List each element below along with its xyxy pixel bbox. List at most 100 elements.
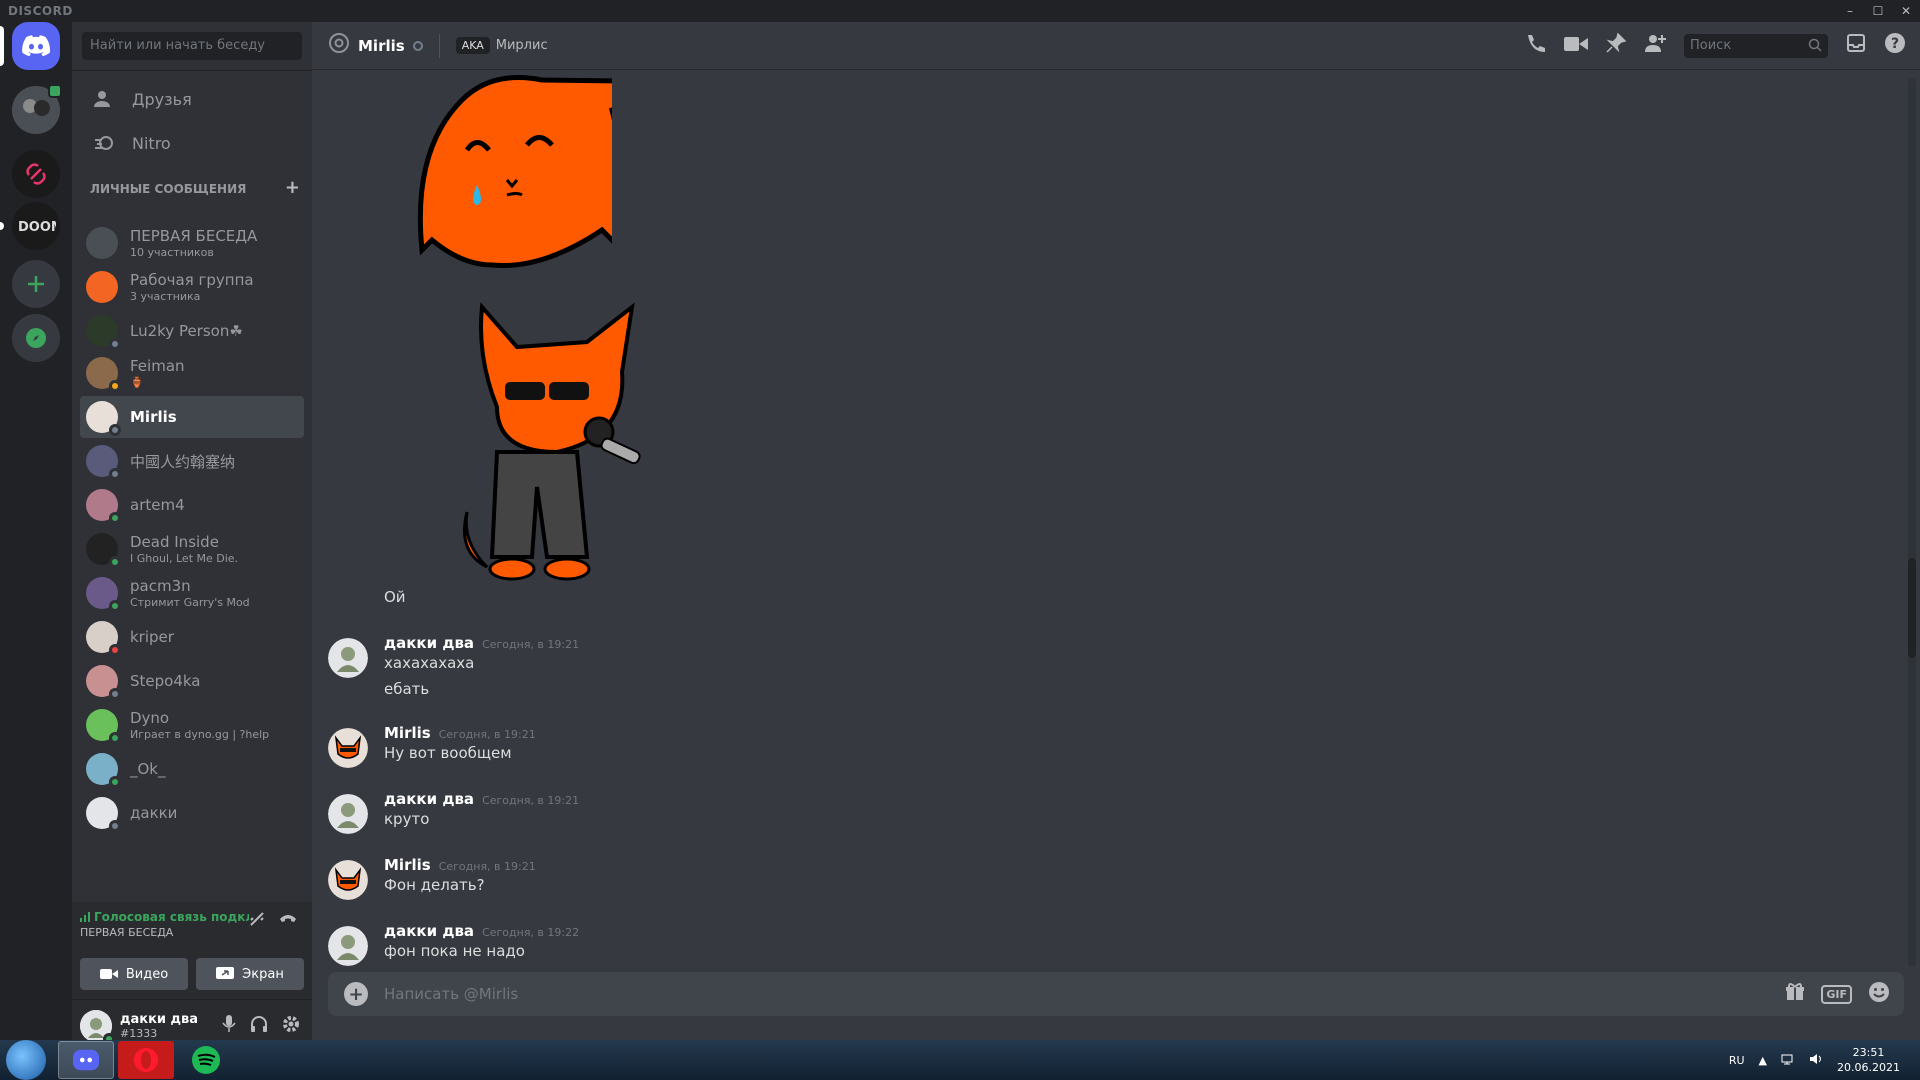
dm-item[interactable]: Feiman 🏺 [80,352,304,394]
dm-text: Stepo4ka [130,672,201,690]
dm-avatar [86,401,121,436]
inbox-icon[interactable] [1846,33,1866,58]
discord-logo-icon [22,35,50,57]
server-icon-opera[interactable] [12,150,60,198]
disconnect-icon[interactable] [278,910,298,933]
message-avatar[interactable] [328,926,368,966]
dm-subtitle: 🏺 [130,376,144,389]
message-group[interactable]: дакки два Сегодня, в 19:21 круто [312,790,1902,836]
dm-item[interactable]: _Ok_ [80,748,304,790]
screen-share-button[interactable]: Экран [196,958,304,990]
tray-expand-icon[interactable]: ▲ [1759,1054,1767,1067]
message-author[interactable]: дакки два Сегодня, в 19:21 [384,790,579,808]
microphone-icon[interactable] [222,1015,236,1037]
author-name[interactable]: дакки два [384,922,474,940]
dm-name: дакки [130,804,178,822]
noise-suppression-icon[interactable] [248,910,266,933]
author-name[interactable]: Mirlis [384,724,431,742]
dm-item[interactable]: ПЕРВАЯ БЕСЕДА 10 участников [80,222,304,264]
gift-icon[interactable] [1785,982,1805,1007]
dm-item[interactable]: 中國人约翰塞纳 [80,440,304,482]
dm-item[interactable]: Mirlis [80,396,304,438]
dm-avatar [86,445,121,480]
fox-singing-image[interactable] [437,287,657,592]
dm-item[interactable]: дакки [80,792,304,834]
dm-search-input[interactable]: Найти или начать беседу [82,32,302,60]
header-search-input[interactable]: Поиск [1684,33,1828,58]
dm-item[interactable]: Рабочая группа 3 участника [80,266,304,308]
dm-item[interactable]: Stepo4ka [80,660,304,702]
scrollbar-thumb[interactable] [1908,558,1916,658]
voice-call-icon[interactable] [1524,32,1546,59]
message-input[interactable]: Написать @Mirlis [384,985,518,1003]
minimize-button[interactable]: – [1836,4,1864,18]
add-friend-icon[interactable] [1644,33,1666,58]
clock[interactable]: 23:51 20.06.2021 [1837,1045,1900,1075]
user-avatar[interactable] [80,1010,115,1045]
voice-channel-name[interactable]: ПЕРВАЯ БЕСЕДА [80,926,173,939]
start-button[interactable] [6,1040,46,1080]
message-author[interactable]: Mirlis Сегодня, в 19:21 [384,724,536,742]
author-name[interactable]: дакки два [384,790,474,808]
network-icon[interactable] [1781,1053,1795,1068]
message-group[interactable]: дакки два Сегодня, в 19:21 хахахахаха ебать [312,634,1902,704]
dm-item[interactable]: Dead Inside I Ghoul, Let Me Die. [80,528,304,570]
chat-scrollbar[interactable] [1908,78,1916,966]
video-button[interactable]: Видео [80,958,188,990]
settings-gear-icon[interactable] [282,1015,300,1037]
attach-plus-icon[interactable]: + [344,982,368,1006]
language-indicator[interactable]: RU [1729,1054,1745,1067]
author-name[interactable]: Mirlis [384,856,431,874]
compass-icon [26,328,46,348]
author-name[interactable]: дакки два [384,634,474,652]
taskbar-spotify[interactable] [178,1041,234,1079]
message-avatar[interactable] [328,728,368,768]
volume-icon[interactable] [1809,1053,1823,1068]
pin-icon[interactable] [1606,32,1627,58]
message-avatar[interactable] [328,794,368,834]
add-server-button[interactable] [12,260,60,308]
status-dot [109,644,121,656]
explore-servers-button[interactable] [12,314,60,362]
fox-crying-image[interactable] [412,70,612,270]
message-author[interactable]: дакки два Сегодня, в 19:21 [384,634,579,652]
create-dm-button[interactable]: + [285,179,300,197]
message-author[interactable]: Mirlis Сегодня, в 19:21 [384,856,536,874]
offline-status-icon [412,40,423,51]
voice-status-text[interactable]: Голосовая связь подключена [94,910,249,924]
message-avatar[interactable] [328,860,368,900]
nav-friends[interactable]: Друзья [80,78,304,120]
message-composer[interactable]: + Написать @Mirlis GIF [328,972,1904,1016]
message-group[interactable]: Mirlis Сегодня, в 19:21 Ну вот вообщем [312,724,1902,770]
dm-item[interactable]: kriper [80,616,304,658]
headphones-icon[interactable] [250,1015,268,1037]
nav-nitro[interactable]: Nitro [80,122,304,164]
message-group[interactable]: дакки два Сегодня, в 19:22 фон пока не над… [312,922,1902,968]
video-call-icon[interactable] [1564,34,1588,58]
home-button[interactable] [12,22,60,70]
clock-date: 20.06.2021 [1837,1061,1900,1074]
server-icon-doom[interactable]: DOOM [12,202,60,250]
dm-item[interactable]: Lu2ky Person☘ [80,310,304,352]
dm-item[interactable]: Dyno Играет в dyno.gg | ?help [80,704,304,746]
gif-button[interactable]: GIF [1821,984,1852,1004]
dm-item[interactable]: pacm3n Стримит Garry's Mod [80,572,304,614]
user-info[interactable]: дакки два #1333 [120,1012,198,1040]
dm-avatar [86,753,121,788]
dm-item[interactable]: artem4 [80,484,304,526]
close-button[interactable]: ✕ [1892,4,1920,18]
dm-section-header: ЛИЧНЫЕ СООБЩЕНИЯ + [90,179,300,197]
user-controls [222,1015,312,1037]
emoji-icon[interactable] [1868,981,1890,1008]
taskbar-opera[interactable] [118,1041,174,1079]
help-icon[interactable]: ? [1884,32,1906,59]
maximize-button[interactable]: ☐ [1864,4,1892,18]
message-group[interactable]: Mirlis Сегодня, в 19:21 Фон делать? [312,856,1902,902]
dm-avatar [86,357,121,392]
message-author[interactable]: дакки два Сегодня, в 19:22 [384,922,579,940]
server-icon-group[interactable] [12,84,62,134]
plus-icon [28,276,44,292]
taskbar-discord[interactable] [58,1041,114,1079]
discord-taskbar-icon [73,1049,99,1071]
message-avatar[interactable] [328,638,368,678]
